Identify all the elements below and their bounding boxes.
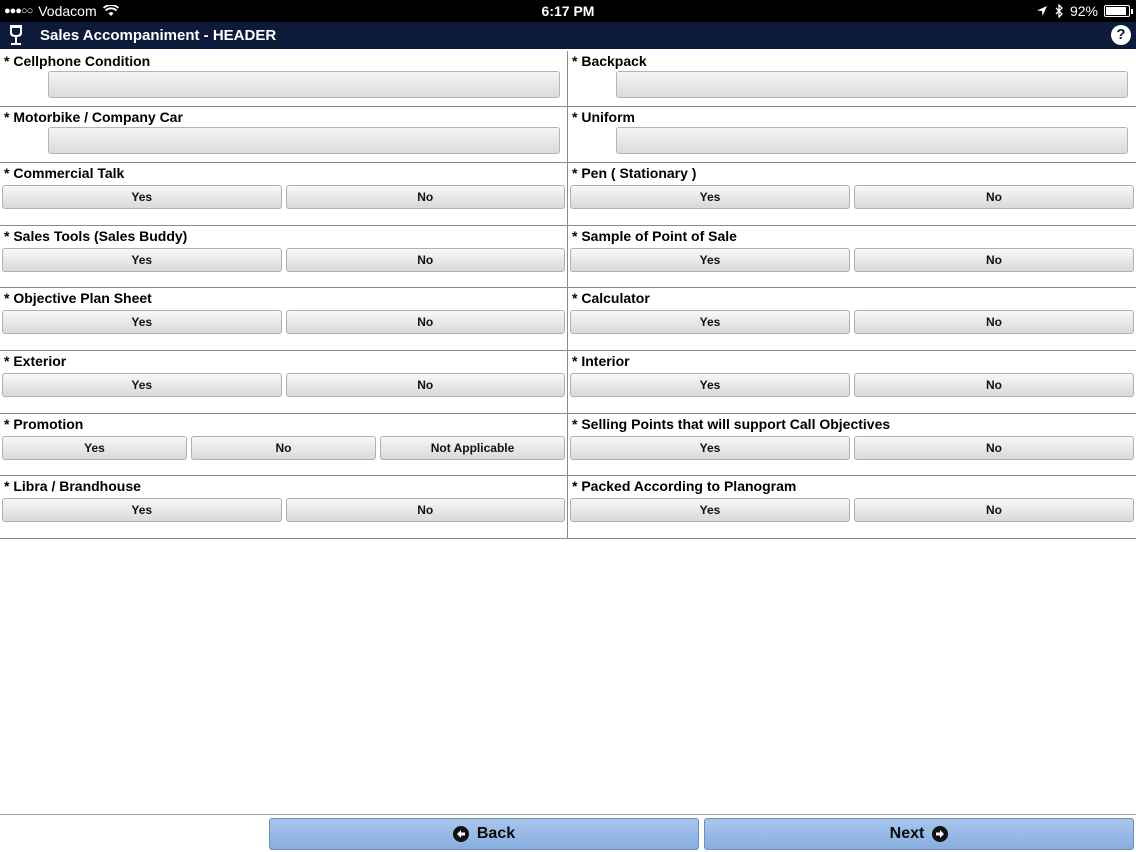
selling-points-no-button[interactable]: No <box>854 435 1134 460</box>
status-bar: ●●●○○ Vodacom 6:17 PM 92% <box>0 0 1136 22</box>
field-sample-pos: * Sample of Point of Sale Yes No <box>568 226 1136 288</box>
calculator-yes-button[interactable]: Yes <box>570 310 850 335</box>
field-sales-tools: * Sales Tools (Sales Buddy) Yes No <box>0 225 568 288</box>
field-selling-points: * Selling Points that will support Call … <box>568 414 1136 476</box>
promotion-not-applicable-button[interactable]: Not Applicable <box>380 435 565 460</box>
field-commercial-talk: * Commercial Talk Yes No <box>0 163 568 225</box>
promotion-no-button[interactable]: No <box>191 435 376 460</box>
field-label: * Sample of Point of Sale <box>572 227 737 244</box>
next-button[interactable]: Next <box>704 818 1134 850</box>
field-label: * Packed According to Planogram <box>572 478 797 495</box>
motorbike-input[interactable] <box>48 127 560 154</box>
field-label: * Interior <box>572 353 630 370</box>
arrow-right-icon <box>932 826 949 842</box>
field-label: * Backpack <box>572 53 647 69</box>
status-time: 6:17 PM <box>541 3 595 19</box>
exterior-yes-button[interactable]: Yes <box>2 373 282 398</box>
calculator-no-button[interactable]: No <box>854 310 1134 335</box>
backpack-input[interactable] <box>616 71 1128 98</box>
sales-accompaniment-form: * Cellphone Condition * Backpack * Motor… <box>0 51 1136 540</box>
field-label: * Cellphone Condition <box>4 53 151 69</box>
pen-no-button[interactable]: No <box>854 185 1134 209</box>
form-row: * Exterior Yes No * Interior Yes No <box>0 351 1136 414</box>
arrow-left-icon <box>452 826 469 842</box>
field-label: * Exterior <box>4 353 67 370</box>
wine-glass-logo-icon <box>10 25 22 45</box>
exterior-no-button[interactable]: No <box>285 373 565 398</box>
field-promotion: * Promotion Yes No Not Applicable <box>0 413 568 476</box>
field-backpack: * Backpack <box>568 51 1136 106</box>
libra-no-button[interactable]: No <box>285 498 565 523</box>
field-label: * Promotion <box>4 415 84 432</box>
field-motorbike: * Motorbike / Company Car <box>0 107 568 162</box>
uniform-input[interactable] <box>616 127 1128 154</box>
form-row: * Sales Tools (Sales Buddy) Yes No * Sam… <box>0 225 1136 289</box>
battery-icon <box>1104 5 1133 17</box>
sales-tools-no-button[interactable]: No <box>285 247 565 272</box>
commercial-talk-yes-button[interactable]: Yes <box>2 185 282 209</box>
form-row: * Cellphone Condition * Backpack <box>0 51 1136 107</box>
form-row: * Commercial Talk Yes No * Pen ( Station… <box>0 163 1136 226</box>
field-label: * Motorbike / Company Car <box>4 109 183 125</box>
interior-no-button[interactable]: No <box>854 373 1134 398</box>
packed-yes-button[interactable]: Yes <box>570 498 850 523</box>
sales-tools-yes-button[interactable]: Yes <box>2 247 282 272</box>
selling-points-yes-button[interactable]: Yes <box>570 435 850 460</box>
objective-plan-no-button[interactable]: No <box>285 310 565 335</box>
form-row: * Promotion Yes No Not Applicable * Sell… <box>0 413 1136 477</box>
libra-yes-button[interactable]: Yes <box>2 498 282 523</box>
next-button-label: Next <box>889 825 925 842</box>
location-arrow-icon <box>1036 6 1047 16</box>
field-label: * Uniform <box>572 109 635 125</box>
field-objective-plan: * Objective Plan Sheet Yes No <box>0 288 568 351</box>
interior-yes-button[interactable]: Yes <box>570 373 850 398</box>
field-label: * Sales Tools (Sales Buddy) <box>4 227 188 244</box>
field-label: * Pen ( Stationary ) <box>572 165 697 181</box>
field-interior: * Interior Yes No <box>568 351 1136 413</box>
packed-no-button[interactable]: No <box>854 498 1134 523</box>
app-header: Sales Accompaniment - HEADER ? <box>0 22 1136 49</box>
form-row: * Motorbike / Company Car * Uniform <box>0 107 1136 163</box>
field-label: * Selling Points that will support Call … <box>572 415 891 432</box>
promotion-yes-button[interactable]: Yes <box>2 435 187 460</box>
cellphone-condition-input[interactable] <box>48 71 560 98</box>
field-label: * Commercial Talk <box>4 165 125 181</box>
page-title: Sales Accompaniment - HEADER <box>40 27 277 44</box>
commercial-talk-no-button[interactable]: No <box>285 185 565 209</box>
pen-yes-button[interactable]: Yes <box>570 185 850 209</box>
field-packed-planogram: * Packed According to Planogram Yes No <box>568 476 1136 538</box>
objective-plan-yes-button[interactable]: Yes <box>2 310 282 335</box>
footer-nav: Back Next <box>0 814 1136 852</box>
field-calculator: * Calculator Yes No <box>568 288 1136 350</box>
field-cellphone-condition: * Cellphone Condition <box>0 51 568 106</box>
sample-pos-yes-button[interactable]: Yes <box>570 247 850 272</box>
form-row: * Libra / Brandhouse Yes No * Packed Acc… <box>0 476 1136 540</box>
battery-percent: 92% <box>1069 3 1098 19</box>
sample-pos-no-button[interactable]: No <box>854 247 1134 272</box>
field-exterior: * Exterior Yes No <box>0 351 568 413</box>
help-button[interactable]: ? <box>1111 25 1131 45</box>
field-libra-brandhouse: * Libra / Brandhouse Yes No <box>0 476 568 539</box>
back-button[interactable]: Back <box>269 818 699 850</box>
form-row: * Objective Plan Sheet Yes No * Calculat… <box>0 288 1136 352</box>
field-label: * Objective Plan Sheet <box>4 290 152 307</box>
field-label: * Calculator <box>572 290 650 307</box>
bluetooth-icon <box>1055 4 1063 18</box>
field-pen: * Pen ( Stationary ) Yes No <box>568 163 1136 225</box>
field-uniform: * Uniform <box>568 107 1136 162</box>
back-button-label: Back <box>476 825 516 842</box>
field-label: * Libra / Brandhouse <box>4 478 141 495</box>
